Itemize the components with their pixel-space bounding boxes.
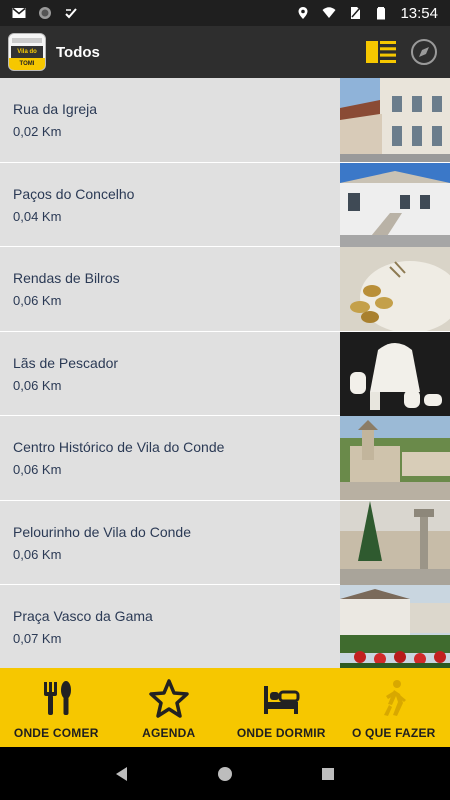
- list-item[interactable]: Praça Vasco da Gama 0,07 Km: [0, 585, 450, 668]
- item-thumbnail: [340, 78, 450, 162]
- back-icon[interactable]: [113, 765, 131, 783]
- logo-text: Vila do Conde: [11, 46, 43, 67]
- item-title: Lãs de Pescador: [13, 354, 119, 371]
- bottom-navigation: ONDE COMER AGENDA ONDE DORMIR O QUE FAZE…: [0, 668, 450, 747]
- item-thumbnail: [340, 585, 450, 668]
- no-sim-icon: [348, 6, 362, 20]
- gmail-icon: [12, 6, 26, 20]
- bed-icon: [261, 678, 301, 718]
- nav-label: ONDE COMER: [13, 726, 99, 740]
- item-thumbnail: [340, 500, 450, 585]
- wifi-icon: [322, 6, 336, 20]
- nav-label: O QUE FAZER: [351, 726, 436, 740]
- list-item[interactable]: Lãs de Pescador 0,06 Km: [0, 331, 450, 416]
- clock: 13:54: [400, 4, 438, 22]
- item-distance: 0,02 Km: [13, 124, 62, 139]
- item-distance: 0,06 Km: [13, 377, 62, 393]
- recents-icon[interactable]: [319, 765, 337, 783]
- page-title: Todos: [56, 43, 100, 61]
- compass-icon[interactable]: [410, 38, 438, 66]
- star-icon: [149, 678, 189, 718]
- nav-label: ONDE DORMIR: [236, 726, 326, 740]
- nav-agenda[interactable]: AGENDA: [113, 668, 226, 747]
- item-distance: 0,06 Km: [13, 293, 62, 308]
- poi-list: Rua da Igreja 0,02 Km Paços do Concelho …: [0, 78, 450, 668]
- item-thumbnail: [340, 247, 450, 331]
- nav-label: AGENDA: [142, 726, 196, 740]
- item-title: Rendas de Bilros: [13, 270, 120, 286]
- list-item[interactable]: Paços do Concelho 0,04 Km: [0, 162, 450, 247]
- item-title: Paços do Concelho: [13, 185, 135, 202]
- system-navigation-bar: [0, 747, 450, 800]
- item-title: Pelourinho de Vila do Conde: [13, 523, 191, 540]
- list-item[interactable]: Rendas de Bilros 0,06 Km: [0, 247, 450, 332]
- nav-onde-dormir[interactable]: ONDE DORMIR: [225, 668, 338, 747]
- item-thumbnail: [340, 416, 450, 500]
- item-title: Praça Vasco da Gama: [13, 608, 153, 624]
- list-item[interactable]: Pelourinho de Vila do Conde 0,06 Km: [0, 500, 450, 585]
- item-title: Centro Histórico de Vila do Conde: [13, 439, 225, 455]
- app-screen: 13:54 Vila do Conde TOMI Todos: [0, 0, 450, 800]
- list-item[interactable]: Centro Histórico de Vila do Conde 0,06 K…: [0, 416, 450, 501]
- app-bar: Vila do Conde TOMI Todos: [0, 26, 450, 78]
- item-distance: 0,06 Km: [13, 546, 62, 562]
- battery-icon: [374, 6, 388, 20]
- app-logo[interactable]: Vila do Conde TOMI: [8, 33, 46, 71]
- logo-badge: TOMI: [9, 58, 45, 70]
- item-distance: 0,04 Km: [13, 208, 62, 224]
- cutlery-icon: [36, 678, 76, 718]
- circle-icon: [38, 6, 52, 20]
- home-icon[interactable]: [216, 765, 234, 783]
- status-bar: 13:54: [0, 0, 450, 26]
- walking-icon: [374, 678, 414, 718]
- item-title: Rua da Igreja: [13, 101, 98, 117]
- item-thumbnail: [340, 331, 450, 416]
- download-done-icon: [64, 6, 78, 20]
- item-thumbnail: [340, 162, 450, 247]
- nav-onde-comer[interactable]: ONDE COMER: [0, 668, 113, 747]
- item-distance: 0,06 Km: [13, 462, 62, 477]
- item-distance: 0,07 Km: [13, 631, 62, 646]
- list-view-icon[interactable]: [366, 41, 396, 63]
- list-item[interactable]: Rua da Igreja 0,02 Km: [0, 78, 450, 163]
- nav-o-que-fazer[interactable]: O QUE FAZER: [338, 668, 450, 747]
- location-icon: [296, 6, 310, 20]
